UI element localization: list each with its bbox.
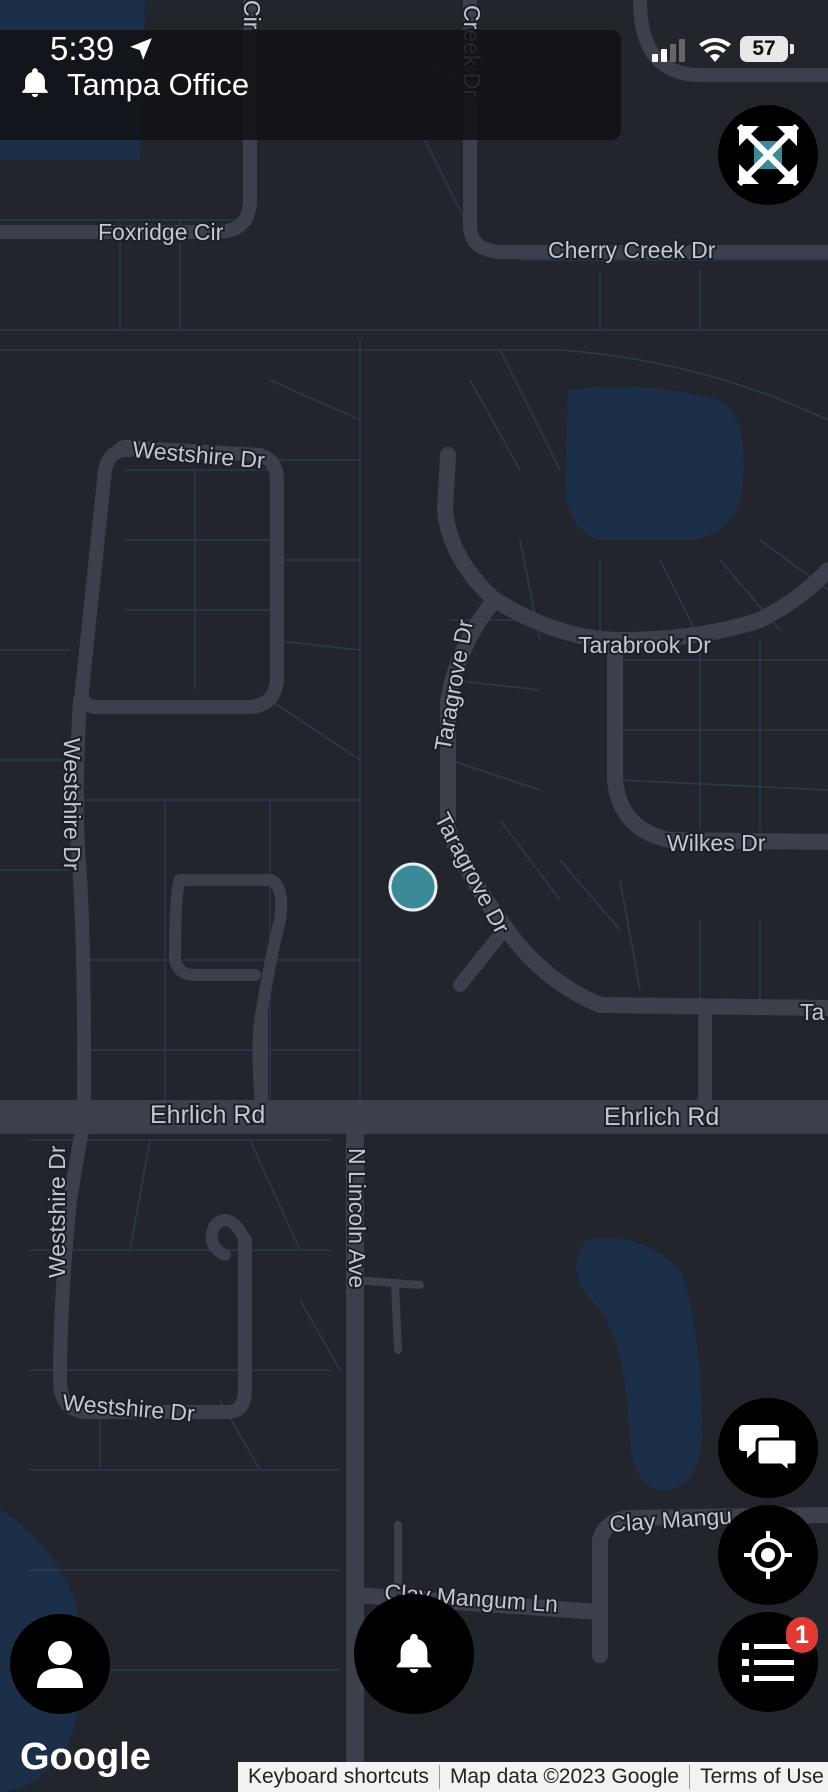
road-label-clay-mangum-east: Clay Mangu	[609, 1502, 733, 1536]
wifi-icon	[699, 38, 731, 62]
tarabrook-dr	[487, 562, 828, 648]
locate-button[interactable]	[718, 1505, 818, 1605]
battery-indicator: 57	[740, 36, 788, 62]
crosshair-icon	[744, 1531, 792, 1579]
road-label-cir-top: Cir	[239, 0, 265, 30]
road-label-ehrlich-rd-west: Ehrlich Rd	[150, 1101, 265, 1129]
profile-button[interactable]	[10, 1614, 110, 1714]
terms-of-use-link[interactable]: Terms of Use	[690, 1765, 828, 1789]
pond-southeast	[576, 1238, 703, 1491]
westshire-dr-west	[53, 693, 252, 1419]
alert-button[interactable]	[354, 1594, 474, 1714]
chat-bubbles-icon	[739, 1425, 797, 1473]
lincoln-spur	[351, 1276, 424, 1354]
road-label-westshire-dr-south: Westshire Dr	[44, 1145, 70, 1278]
status-time: 5:39	[50, 30, 115, 67]
taragrove-spur	[453, 928, 507, 992]
cellular-signal-icon	[652, 39, 685, 62]
fullscreen-button[interactable]	[718, 105, 818, 205]
road-label-cherry-creek-dr: Cherry Creek Dr	[548, 237, 716, 263]
battery-tip	[790, 44, 794, 54]
westshire-loop	[74, 439, 284, 714]
current-location-dot	[388, 862, 438, 912]
wilkes-loop	[607, 642, 828, 850]
road-label-n-lincoln-ave: N Lincoln Ave	[344, 1148, 370, 1288]
chat-button[interactable]	[718, 1398, 818, 1498]
map-data-text: Map data ©2023 Google	[440, 1765, 691, 1789]
list-notification-badge: 1	[786, 1617, 818, 1653]
person-icon	[37, 1641, 83, 1688]
road-label-ta-partial: Ta	[800, 999, 825, 1025]
road-label-taragrove-dr-upper: Taragrove Dr	[429, 617, 478, 753]
fullscreen-icon	[737, 124, 799, 186]
road-label-westshire-dr-bottom: Westshire Dr	[62, 1389, 197, 1426]
location-title[interactable]: Tampa Office	[67, 67, 249, 103]
road-label-foxridge-cir: Foxridge Cir	[98, 219, 224, 245]
map-canvas[interactable]: Cir Creek Dr Foxridge Cir Cherry Creek D…	[0, 0, 828, 1792]
map-attribution-bar: Keyboard shortcuts Map data ©2023 Google…	[238, 1762, 828, 1792]
cul-de-sac-mid	[169, 874, 288, 1123]
road-label-ehrlich-rd-east: Ehrlich Rd	[604, 1103, 719, 1131]
road-labels: Cir Creek Dr Foxridge Cir Cherry Creek D…	[42, 0, 827, 1619]
pond-northeast	[565, 386, 744, 540]
keyboard-shortcuts-link[interactable]: Keyboard shortcuts	[238, 1765, 440, 1789]
location-arrow-icon	[130, 38, 152, 60]
bell-icon	[396, 1633, 432, 1674]
google-logo: Google	[20, 1736, 151, 1778]
road-label-westshire-dr-top: Westshire Dr	[132, 436, 267, 473]
cellular-wifi-icons	[652, 38, 731, 62]
road-label-taragrove-dr-lower: Taragrove Dr	[430, 808, 516, 938]
road-label-westshire-dr-west: Westshire Dr	[59, 738, 85, 871]
road-label-tarabrook-dr: Tarabrook Dr	[578, 632, 711, 658]
road-label-wilkes-dr: Wilkes Dr	[667, 830, 766, 856]
bell-icon	[22, 68, 48, 98]
list-icon	[742, 1643, 794, 1682]
